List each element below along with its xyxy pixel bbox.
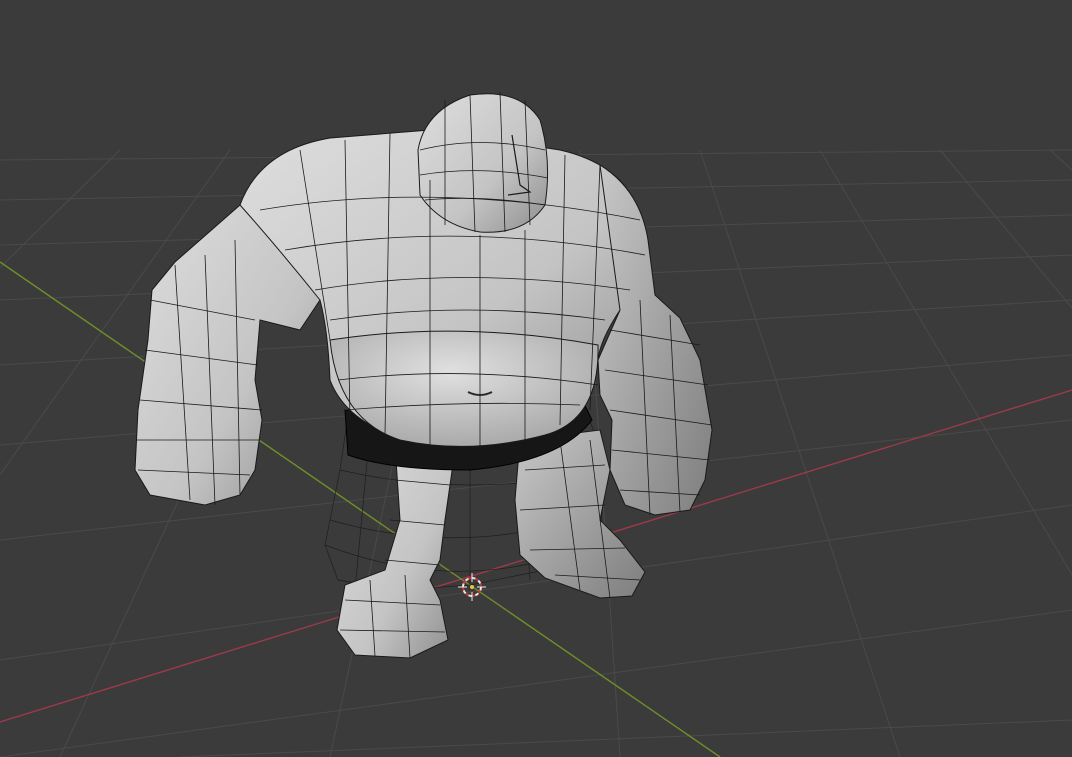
head [417,93,549,233]
troll-mesh[interactable] [134,91,713,659]
3d-cursor-icon[interactable] [458,573,486,601]
viewport-canvas[interactable] [0,0,1072,757]
left-leg [336,444,456,659]
3d-viewport[interactable] [0,0,1072,757]
right-arm [597,164,713,516]
